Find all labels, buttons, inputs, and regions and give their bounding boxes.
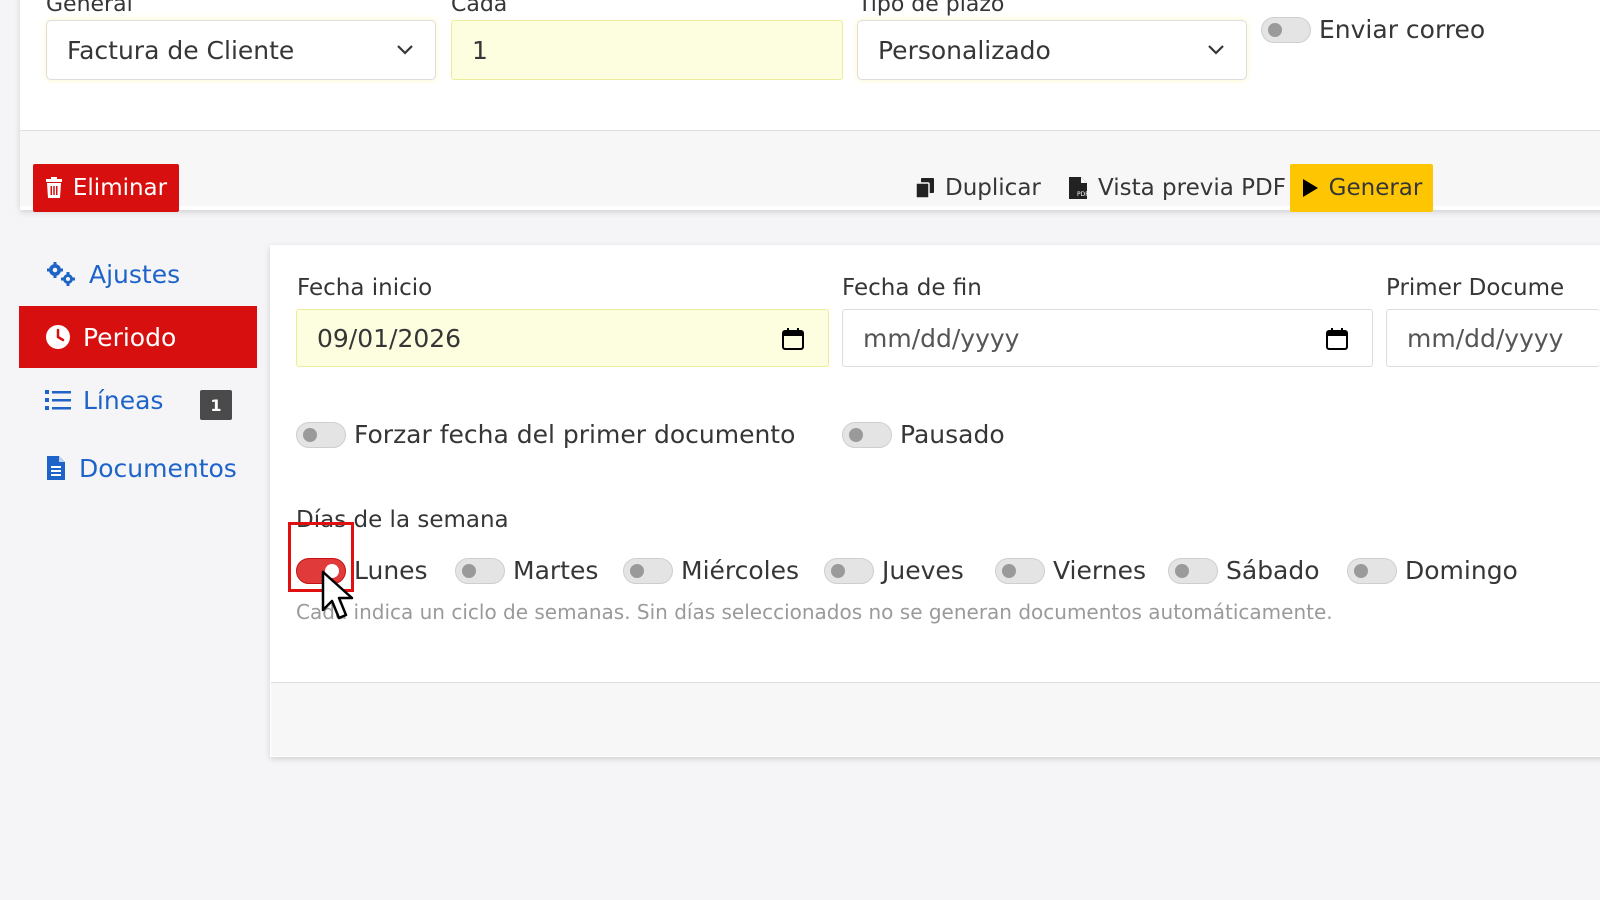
sidebar-item-periodo[interactable]: Periodo: [19, 306, 257, 368]
cada-label: Cada: [451, 0, 508, 17]
vista-previa-pdf-button[interactable]: PDF Vista previa PDF: [1068, 164, 1286, 212]
sidebar-item-label: Ajustes: [89, 259, 181, 289]
forzar-fecha-row[interactable]: Forzar fecha del primer documento: [296, 420, 795, 449]
vista-previa-label: Vista previa PDF: [1098, 175, 1286, 201]
cada-input[interactable]: 1: [451, 20, 843, 80]
fecha-fin-label: Fecha de fin: [842, 275, 982, 301]
general-select-value: Factura de Cliente: [67, 35, 295, 65]
day-label: Lunes: [354, 556, 428, 585]
viernes-toggle[interactable]: [995, 557, 1045, 584]
day-label: Viernes: [1053, 556, 1146, 585]
sabado-toggle[interactable]: [1168, 557, 1218, 584]
jueves-toggle[interactable]: [824, 557, 874, 584]
document-icon: [47, 456, 65, 480]
general-label: General: [46, 0, 133, 17]
list-icon: [45, 390, 71, 410]
generar-label: Generar: [1328, 175, 1423, 201]
tipo-plazo-label: Tipo de plazo: [858, 0, 1005, 17]
day-label: Jueves: [882, 556, 964, 585]
pausado-toggle[interactable]: [842, 421, 892, 448]
calendar-icon[interactable]: [782, 328, 804, 350]
sidebar-item-label: Documentos: [79, 453, 237, 483]
enviar-correo-label: Enviar correo: [1319, 15, 1486, 44]
play-icon: [1302, 179, 1318, 197]
fecha-fin-placeholder: mm/dd/yyyy: [863, 323, 1020, 353]
day-miercoles[interactable]: Miércoles: [623, 556, 799, 585]
day-jueves[interactable]: Jueves: [824, 556, 964, 585]
eliminar-button[interactable]: Eliminar: [33, 164, 179, 212]
panel-footer: [271, 683, 1600, 756]
sidebar-item-documentos[interactable]: Documentos: [19, 437, 257, 499]
enviar-correo-toggle-row[interactable]: Enviar correo: [1261, 15, 1485, 44]
fecha-inicio-input[interactable]: 09/01/2026: [296, 309, 829, 367]
sidebar-item-ajustes[interactable]: Ajustes: [19, 243, 257, 305]
cada-input-value: 1: [472, 35, 488, 65]
tipo-plazo-value: Personalizado: [878, 35, 1051, 65]
day-sabado[interactable]: Sábado: [1168, 556, 1320, 585]
chevron-down-icon: [397, 45, 413, 55]
forzar-fecha-toggle[interactable]: [296, 421, 346, 448]
primer-documento-label: Primer Docume: [1386, 275, 1565, 301]
pausado-row[interactable]: Pausado: [842, 420, 1005, 449]
file-pdf-icon: PDF: [1069, 177, 1088, 199]
domingo-toggle[interactable]: [1347, 557, 1397, 584]
sidebar-item-label: Periodo: [83, 322, 177, 352]
svg-text:PDF: PDF: [1077, 191, 1088, 198]
primer-documento-placeholder: mm/dd/yyyy: [1407, 323, 1564, 353]
day-domingo[interactable]: Domingo: [1347, 556, 1518, 585]
mouse-cursor-icon: [321, 570, 354, 620]
day-label: Miércoles: [681, 556, 800, 585]
sidebar-item-label: Líneas: [83, 385, 164, 415]
fecha-inicio-value: 09/01/2026: [317, 323, 462, 353]
day-label: Martes: [513, 556, 599, 585]
clock-icon: [46, 325, 70, 349]
calendar-icon[interactable]: [1326, 328, 1348, 350]
day-viernes[interactable]: Viernes: [995, 556, 1146, 585]
duplicar-button[interactable]: Duplicar: [915, 164, 1041, 212]
trash-icon: [45, 177, 62, 198]
chevron-down-icon: [1208, 45, 1224, 55]
forzar-fecha-label: Forzar fecha del primer documento: [354, 420, 796, 449]
martes-toggle[interactable]: [455, 557, 505, 584]
enviar-correo-toggle[interactable]: [1261, 16, 1311, 43]
gears-icon: [47, 262, 75, 286]
copy-icon: [915, 178, 934, 199]
generar-button[interactable]: Generar: [1290, 164, 1433, 212]
lineas-count-badge: 1: [200, 390, 232, 420]
pausado-label: Pausado: [900, 420, 1005, 449]
fecha-fin-input[interactable]: mm/dd/yyyy: [842, 309, 1373, 367]
primer-documento-input[interactable]: mm/dd/yyyy: [1386, 309, 1600, 367]
miercoles-toggle[interactable]: [623, 557, 673, 584]
dias-hint: Cada indica un ciclo de semanas. Sin día…: [296, 600, 1333, 624]
day-martes[interactable]: Martes: [455, 556, 598, 585]
eliminar-label: Eliminar: [72, 175, 168, 201]
tipo-plazo-select[interactable]: Personalizado: [857, 20, 1247, 80]
general-select[interactable]: Factura de Cliente: [46, 20, 436, 80]
fecha-inicio-label: Fecha inicio: [297, 275, 433, 301]
duplicar-label: Duplicar: [945, 175, 1041, 201]
day-label: Domingo: [1405, 556, 1518, 585]
day-label: Sábado: [1226, 556, 1320, 585]
